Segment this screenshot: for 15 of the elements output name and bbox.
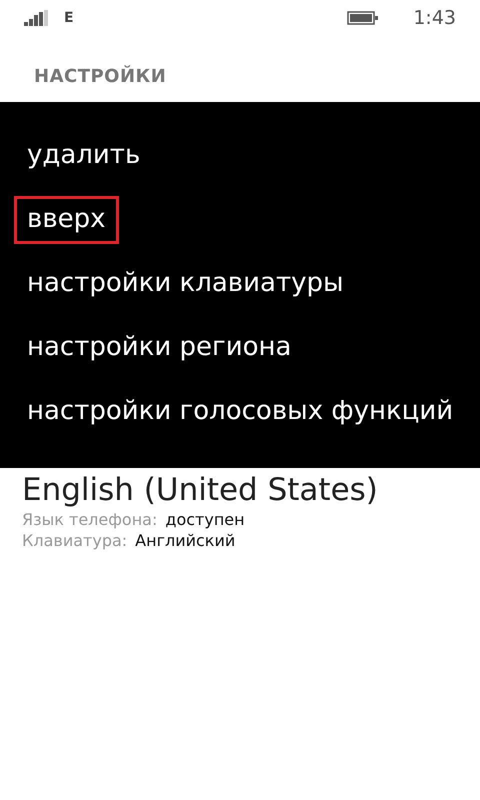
menu-item[interactable]: вверх (14, 196, 119, 244)
detail-value: доступен (165, 510, 245, 529)
detail-label: Клавиатура: (22, 531, 128, 550)
detail-value: Английский (135, 531, 236, 550)
menu-item[interactable]: удалить (14, 132, 154, 180)
language-name[interactable]: English (United States) (22, 472, 458, 508)
menu-item[interactable]: настройки голосовых функций (14, 388, 466, 436)
menu-item[interactable]: настройки клавиатуры (14, 260, 357, 308)
page-title: НАСТРОЙКИ (34, 66, 166, 87)
network-type: E (64, 10, 74, 26)
clock-time: 1:43 (413, 7, 456, 29)
signal-icon (24, 10, 50, 26)
detail-label: Язык телефона: (22, 510, 158, 529)
menu-item[interactable]: настройки региона (14, 324, 304, 372)
battery-icon (347, 11, 380, 25)
